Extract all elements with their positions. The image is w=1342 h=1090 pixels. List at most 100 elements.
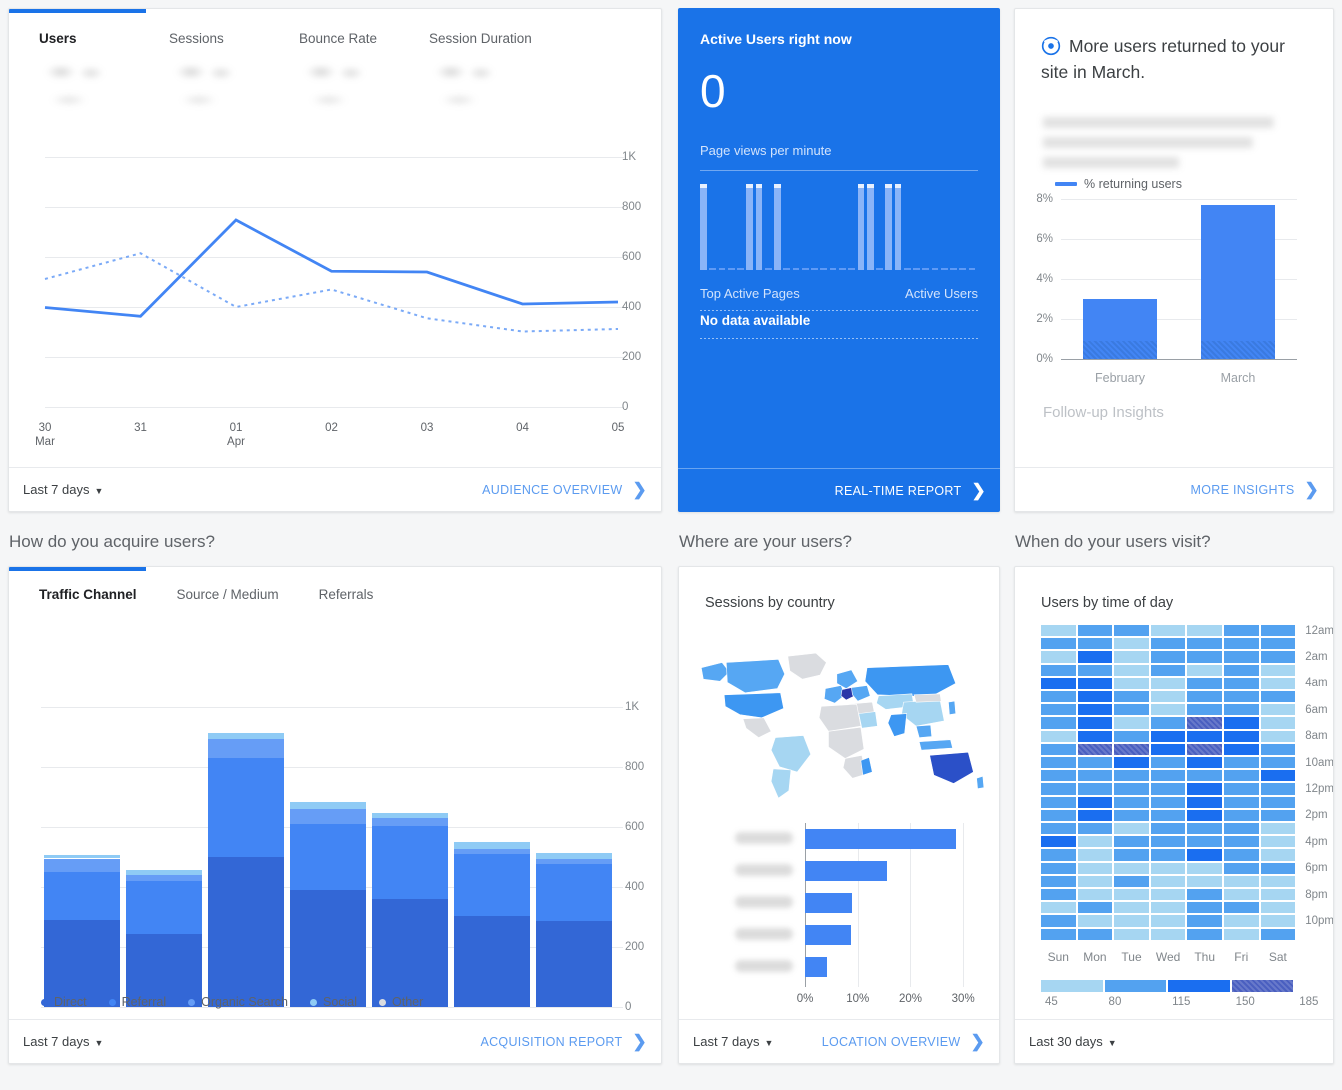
heatmap-cell[interactable] (1260, 677, 1296, 689)
legend-item[interactable]: Referral (108, 995, 166, 1009)
heatmap-cell[interactable] (1150, 928, 1186, 940)
location-overview-link[interactable]: LOCATION OVERVIEW ❯ (822, 1032, 985, 1052)
heatmap-cell[interactable] (1224, 809, 1259, 821)
heatmap-cell[interactable] (1260, 889, 1296, 901)
date-range-selector[interactable]: Last 7 days ▼ (23, 482, 103, 497)
heatmap-cell[interactable] (1077, 796, 1113, 808)
heatmap-cell[interactable] (1187, 783, 1222, 795)
heatmap-cell[interactable] (1150, 625, 1186, 637)
heatmap-cell[interactable] (1150, 809, 1186, 821)
heatmap-cell[interactable] (1077, 704, 1113, 716)
heatmap-cell[interactable] (1224, 664, 1259, 676)
heatmap-cell[interactable] (1260, 796, 1296, 808)
heatmap-cell[interactable] (1077, 757, 1113, 769)
heatmap-cell[interactable] (1187, 889, 1222, 901)
heatmap-cell[interactable] (1041, 651, 1076, 663)
heatmap-cell[interactable] (1041, 717, 1076, 729)
acquisition-report-link[interactable]: ACQUISITION REPORT ❯ (480, 1032, 647, 1052)
heatmap-cell[interactable] (1224, 704, 1259, 716)
heatmap-cell[interactable] (1114, 849, 1149, 861)
heatmap-cell[interactable] (1041, 889, 1076, 901)
heatmap-cell[interactable] (1114, 730, 1149, 742)
heatmap-cell[interactable] (1041, 625, 1076, 637)
stacked-bar-column[interactable] (372, 567, 448, 1007)
heatmap-cell[interactable] (1077, 625, 1113, 637)
heatmap-cell[interactable] (1041, 770, 1076, 782)
heatmap-cell[interactable] (1041, 691, 1076, 703)
heatmap-cell[interactable] (1260, 651, 1296, 663)
stacked-bar-column[interactable] (126, 567, 202, 1007)
heatmap-cell[interactable] (1114, 638, 1149, 650)
heatmap-cell[interactable] (1260, 849, 1296, 861)
legend-item[interactable]: Other (379, 995, 423, 1009)
heatmap-cell[interactable] (1187, 875, 1222, 887)
heatmap-cell[interactable] (1187, 770, 1222, 782)
heatmap-cell[interactable] (1260, 638, 1296, 650)
heatmap-cell[interactable] (1114, 862, 1149, 874)
heatmap-cell[interactable] (1041, 730, 1076, 742)
heatmap-cell[interactable] (1187, 849, 1222, 861)
heatmap-cell[interactable] (1224, 823, 1259, 835)
heatmap-cell[interactable] (1114, 889, 1149, 901)
heatmap-cell[interactable] (1150, 902, 1186, 914)
heatmap-cell[interactable] (1114, 743, 1149, 755)
heatmap-cell[interactable] (1224, 928, 1259, 940)
heatmap-cell[interactable] (1150, 651, 1186, 663)
heatmap-cell[interactable] (1150, 889, 1186, 901)
heatmap-cell[interactable] (1041, 783, 1076, 795)
date-range-selector[interactable]: Last 7 days ▼ (693, 1034, 773, 1049)
heatmap-cell[interactable] (1150, 704, 1186, 716)
heatmap-cell[interactable] (1041, 902, 1076, 914)
heatmap-cell[interactable] (1114, 757, 1149, 769)
heatmap-cell[interactable] (1114, 677, 1149, 689)
heatmap-cell[interactable] (1187, 691, 1222, 703)
heatmap-cell[interactable] (1260, 691, 1296, 703)
audience-overview-link[interactable]: AUDIENCE OVERVIEW ❯ (482, 480, 647, 500)
heatmap-cell[interactable] (1114, 770, 1149, 782)
heatmap-cell[interactable] (1187, 743, 1222, 755)
heatmap-cell[interactable] (1077, 862, 1113, 874)
heatmap-cell[interactable] (1224, 730, 1259, 742)
stacked-bar-column[interactable] (290, 567, 366, 1007)
heatmap-cell[interactable] (1150, 849, 1186, 861)
legend-item[interactable]: Organic Search (188, 995, 288, 1009)
heatmap-cell[interactable] (1260, 836, 1296, 848)
heatmap-cell[interactable] (1260, 823, 1296, 835)
heatmap-cell[interactable] (1224, 862, 1259, 874)
heatmap-cell[interactable] (1041, 743, 1076, 755)
heatmap-cell[interactable] (1041, 915, 1076, 927)
heatmap-cell[interactable] (1260, 664, 1296, 676)
heatmap-cell[interactable] (1077, 915, 1113, 927)
heatmap-cell[interactable] (1260, 902, 1296, 914)
heatmap-cell[interactable] (1077, 809, 1113, 821)
country-bar[interactable] (805, 957, 828, 977)
legend-item[interactable]: Social (309, 995, 357, 1009)
heatmap-cell[interactable] (1187, 625, 1222, 637)
heatmap-cell[interactable] (1114, 836, 1149, 848)
heatmap-cell[interactable] (1224, 625, 1259, 637)
date-range-selector[interactable]: Last 7 days ▼ (23, 1034, 103, 1049)
heatmap-cell[interactable] (1260, 625, 1296, 637)
heatmap-cell[interactable] (1041, 704, 1076, 716)
heatmap-cell[interactable] (1077, 691, 1113, 703)
heatmap-cell[interactable] (1260, 783, 1296, 795)
heatmap-cell[interactable] (1187, 651, 1222, 663)
heatmap-cell[interactable] (1187, 836, 1222, 848)
heatmap-cell[interactable] (1260, 915, 1296, 927)
heatmap-cell[interactable] (1260, 809, 1296, 821)
heatmap-cell[interactable] (1187, 823, 1222, 835)
heatmap-cell[interactable] (1150, 875, 1186, 887)
heatmap-cell[interactable] (1041, 836, 1076, 848)
heatmap-cell[interactable] (1150, 757, 1186, 769)
heatmap-cell[interactable] (1077, 875, 1113, 887)
heatmap-cell[interactable] (1041, 875, 1076, 887)
heatmap-cell[interactable] (1260, 928, 1296, 940)
heatmap-cell[interactable] (1187, 664, 1222, 676)
country-bar[interactable] (805, 861, 887, 881)
country-bar[interactable] (805, 829, 957, 849)
heatmap-cell[interactable] (1260, 717, 1296, 729)
heatmap-cell[interactable] (1041, 757, 1076, 769)
heatmap-cell[interactable] (1114, 704, 1149, 716)
heatmap-cell[interactable] (1150, 638, 1186, 650)
stacked-bar-column[interactable] (454, 567, 530, 1007)
